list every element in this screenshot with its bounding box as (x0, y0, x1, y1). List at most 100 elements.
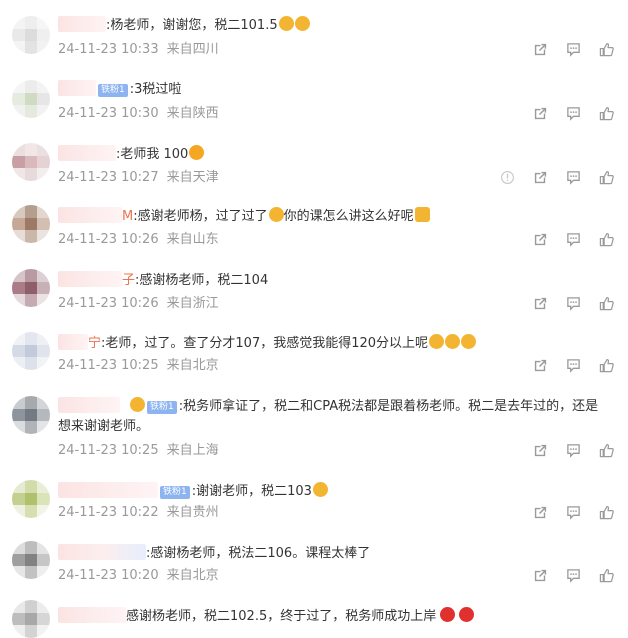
comment-meta: 24-11-23 10:25 来自北京 (58, 358, 219, 374)
commenter-name[interactable] (58, 207, 122, 223)
comment-actions (533, 296, 614, 311)
comment-meta: 24-11-23 10:20 来自北京 (58, 568, 219, 584)
comment-actions (533, 232, 614, 247)
fan-badge[interactable]: 铁粉1 (147, 401, 177, 414)
avatar[interactable] (12, 332, 50, 370)
comment-meta: 24-11-23 10:26 来自山东 (58, 232, 219, 248)
share-icon[interactable] (533, 505, 548, 520)
report-icon[interactable] (500, 170, 515, 185)
comment-location: 来自浙江 (166, 296, 219, 311)
share-icon[interactable] (533, 358, 548, 373)
like-icon[interactable] (599, 170, 614, 185)
share-icon[interactable] (533, 443, 548, 458)
comment-location: 来自天津 (166, 170, 219, 185)
comment-meta: 24-11-23 10:33 来自四川 (58, 42, 219, 58)
comment-location: 来自北京 (166, 568, 219, 583)
rose-emoji-icon (459, 607, 475, 622)
comment-icon[interactable] (566, 106, 581, 121)
comment-date: 24-11-23 10:33 (58, 42, 159, 57)
avatar[interactable] (12, 143, 50, 181)
fan-badge[interactable]: 铁粉1 (160, 486, 190, 499)
like-icon[interactable] (599, 358, 614, 373)
comment-meta: 24-11-23 10:27 来自天津 (58, 170, 219, 186)
crying-face-emoji-icon (268, 207, 284, 222)
avatar[interactable] (12, 541, 50, 579)
commenter-name[interactable] (58, 482, 158, 498)
comment-icon[interactable] (566, 443, 581, 458)
comment-location: 来自北京 (166, 358, 219, 373)
comment-icon[interactable] (566, 170, 581, 185)
avatar[interactable] (12, 205, 50, 243)
comment-date: 24-11-23 10:26 (58, 296, 159, 311)
comment-text: 铁粉1:谢谢老师，税二103 (58, 482, 328, 501)
avatar[interactable] (12, 396, 50, 434)
comment-location: 来自陕西 (166, 106, 219, 121)
like-icon[interactable] (599, 42, 614, 57)
comment-location: 来自贵州 (166, 505, 219, 520)
comment-actions (533, 443, 614, 458)
avatar[interactable] (12, 600, 50, 638)
comment-location: 来自山东 (166, 232, 219, 247)
comment-icon[interactable] (566, 568, 581, 583)
comment-actions (500, 170, 614, 185)
comment-meta: 24-11-23 10:30 来自陕西 (58, 106, 219, 122)
comment-icon[interactable] (566, 42, 581, 57)
avatar[interactable] (12, 269, 50, 307)
avatar[interactable] (12, 480, 50, 518)
crying-face-emoji-icon (278, 16, 294, 31)
like-icon[interactable] (599, 296, 614, 311)
share-icon[interactable] (533, 232, 548, 247)
share-icon[interactable] (533, 170, 548, 185)
commenter-name[interactable] (58, 334, 88, 350)
comment-meta: 24-11-23 10:22 来自贵州 (58, 505, 219, 521)
commenter-name[interactable] (58, 145, 116, 161)
commenter-name[interactable] (58, 397, 120, 413)
fan-emoji-icon (130, 397, 145, 412)
commenter-name[interactable] (58, 80, 96, 96)
avatar[interactable] (12, 80, 50, 118)
avatar[interactable] (12, 16, 50, 54)
comment-date: 24-11-23 10:20 (58, 568, 159, 583)
laughing-emoji-icon (461, 334, 477, 349)
fan-badge[interactable]: 铁粉1 (98, 84, 128, 97)
comment-text: :老师我 100 (58, 145, 205, 164)
like-icon[interactable] (599, 106, 614, 121)
comment-actions (533, 505, 614, 520)
rose-emoji-icon (440, 607, 456, 622)
comment-actions (533, 106, 614, 121)
like-icon[interactable] (599, 568, 614, 583)
comment-meta: 24-11-23 10:26 来自浙江 (58, 296, 219, 312)
comment-text: 铁粉1:税务师拿证了，税二和CPA税法都是跟着杨老师。税二是去年过的，还是想来谢… (58, 397, 599, 434)
comment-icon[interactable] (566, 358, 581, 373)
commenter-name[interactable] (58, 544, 146, 560)
laughing-emoji-icon (429, 334, 445, 349)
share-icon[interactable] (533, 42, 548, 57)
cat-face-emoji-icon (312, 482, 328, 497)
comment-icon[interactable] (566, 296, 581, 311)
like-icon[interactable] (599, 443, 614, 458)
comment-text: :杨老师，谢谢您，税二101.5 (58, 16, 310, 35)
comment-icon[interactable] (566, 232, 581, 247)
comment-text: :感谢杨老师，税法二106。课程太棒了 (58, 544, 370, 563)
laughing-emoji-icon (445, 334, 461, 349)
comment-date: 24-11-23 10:25 (58, 443, 159, 458)
comment-icon[interactable] (566, 505, 581, 520)
commenter-name[interactable] (58, 607, 126, 623)
thumbs-up-emoji-icon (414, 207, 430, 222)
commenter-name[interactable] (58, 16, 106, 32)
comment-text: 宁:老师，过了。查了分才107，我感觉我能得120分以上呢 (58, 334, 477, 353)
comment-text: 子:感谢杨老师，税二104 (58, 271, 268, 290)
share-icon[interactable] (533, 106, 548, 121)
share-icon[interactable] (533, 296, 548, 311)
comment-actions (533, 568, 614, 583)
commenter-name[interactable] (58, 271, 122, 287)
comment-text: M:感谢老师杨，过了过了 你的课怎么讲这么好呢 (58, 207, 430, 226)
comment-date: 24-11-23 10:27 (58, 170, 159, 185)
comment-actions (533, 42, 614, 57)
like-icon[interactable] (599, 232, 614, 247)
crying-face-emoji-icon (294, 16, 310, 31)
like-icon[interactable] (599, 505, 614, 520)
comment-date: 24-11-23 10:22 (58, 505, 159, 520)
share-icon[interactable] (533, 568, 548, 583)
kiss-face-emoji-icon (189, 145, 205, 160)
